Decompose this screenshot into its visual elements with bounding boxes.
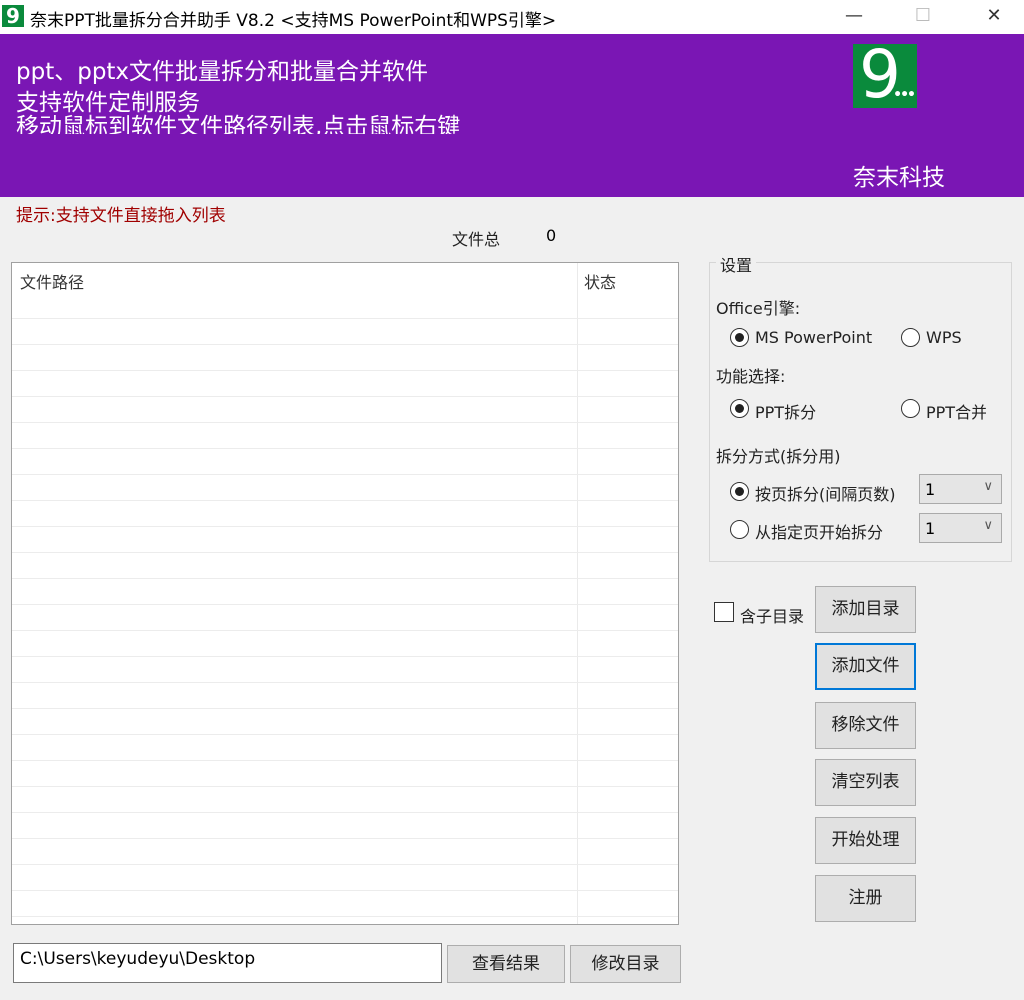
engine-label: Office引擎:	[716, 299, 801, 318]
row-gridline	[12, 760, 678, 761]
close-button[interactable]: ✕	[971, 0, 1017, 34]
file-total-value: 0	[546, 226, 557, 245]
row-gridline	[12, 630, 678, 631]
banner-line: ppt、pptx文件批量拆分和批量合并软件	[16, 59, 429, 85]
add-dir-button[interactable]: 添加目录	[815, 586, 916, 633]
radio-split-by-page[interactable]	[730, 482, 749, 501]
radio-label[interactable]: PPT合并	[926, 399, 986, 423]
radio-label[interactable]: 从指定页开始拆分	[755, 519, 883, 543]
window-title: 奈末PPT批量拆分合并助手 V8.2 <支持MS PowerPoint和WPS引…	[30, 11, 557, 31]
row-gridline	[12, 656, 678, 657]
include-subdir-checkbox[interactable]	[714, 602, 734, 622]
hint-text: 提示:支持文件直接拖入列表	[16, 206, 226, 226]
radio-ppt-split[interactable]	[730, 399, 749, 418]
chevron-down-icon: ∨	[983, 518, 993, 533]
radio-split-from-page[interactable]	[730, 520, 749, 539]
interval-select[interactable]: 1 ∨	[919, 474, 1002, 504]
row-gridline	[12, 344, 678, 345]
select-value: 1	[925, 519, 936, 538]
row-gridline	[12, 396, 678, 397]
minimize-button[interactable]: —	[831, 0, 877, 34]
row-gridline	[12, 682, 678, 683]
function-label: 功能选择:	[716, 367, 786, 386]
company-logo: 9 •••	[853, 44, 917, 108]
row-gridline	[12, 812, 678, 813]
app-logo-icon: 9	[2, 5, 24, 27]
split-mode-label: 拆分方式(拆分用)	[716, 447, 841, 466]
banner-line: 移动鼠标到软件文件路径列表,点击鼠标右键	[16, 114, 461, 134]
row-gridline	[12, 552, 678, 553]
row-gridline	[12, 890, 678, 891]
view-result-button[interactable]: 查看结果	[447, 945, 565, 983]
chevron-down-icon: ∨	[983, 479, 993, 494]
add-file-button[interactable]: 添加文件	[815, 643, 916, 690]
row-gridline	[12, 500, 678, 501]
radio-ppt-merge[interactable]	[901, 399, 920, 418]
title-bar: 9 奈末PPT批量拆分合并助手 V8.2 <支持MS PowerPoint和WP…	[0, 0, 1024, 34]
row-gridline	[12, 734, 678, 735]
company-name: 奈末科技	[853, 165, 945, 191]
register-button[interactable]: 注册	[815, 875, 916, 922]
radio-label[interactable]: WPS	[926, 328, 962, 347]
row-gridline	[12, 448, 678, 449]
start-button[interactable]: 开始处理	[815, 817, 916, 864]
column-header-status[interactable]: 状态	[584, 269, 616, 293]
column-header-path[interactable]: 文件路径	[20, 269, 84, 293]
row-gridline	[12, 604, 678, 605]
radio-ms-powerpoint[interactable]	[730, 328, 749, 347]
radio-wps[interactable]	[901, 328, 920, 347]
maximize-button[interactable]: ☐	[900, 0, 946, 34]
row-gridline	[12, 526, 678, 527]
row-gridline	[12, 318, 678, 319]
column-divider	[577, 263, 578, 924]
file-total-label: 文件总	[452, 230, 501, 249]
row-gridline	[12, 370, 678, 371]
output-path-input[interactable]: C:\Users\keyudeyu\Desktop	[13, 943, 442, 983]
file-list[interactable]: 文件路径 状态	[11, 262, 679, 925]
include-subdir-label[interactable]: 含子目录	[740, 603, 804, 627]
start-page-select[interactable]: 1 ∨	[919, 513, 1002, 543]
select-value: 1	[925, 480, 936, 499]
row-gridline	[12, 422, 678, 423]
row-gridline	[12, 838, 678, 839]
row-gridline	[12, 474, 678, 475]
clear-list-button[interactable]: 清空列表	[815, 759, 916, 806]
radio-label[interactable]: 按页拆分(间隔页数)	[755, 481, 907, 505]
row-gridline	[12, 916, 678, 917]
row-gridline	[12, 708, 678, 709]
row-gridline	[12, 786, 678, 787]
radio-label[interactable]: MS PowerPoint	[755, 328, 872, 347]
settings-title: 设置	[716, 252, 757, 276]
row-gridline	[12, 864, 678, 865]
change-dir-button[interactable]: 修改目录	[570, 945, 681, 983]
remove-file-button[interactable]: 移除文件	[815, 702, 916, 749]
radio-label[interactable]: PPT拆分	[755, 399, 816, 423]
row-gridline	[12, 578, 678, 579]
